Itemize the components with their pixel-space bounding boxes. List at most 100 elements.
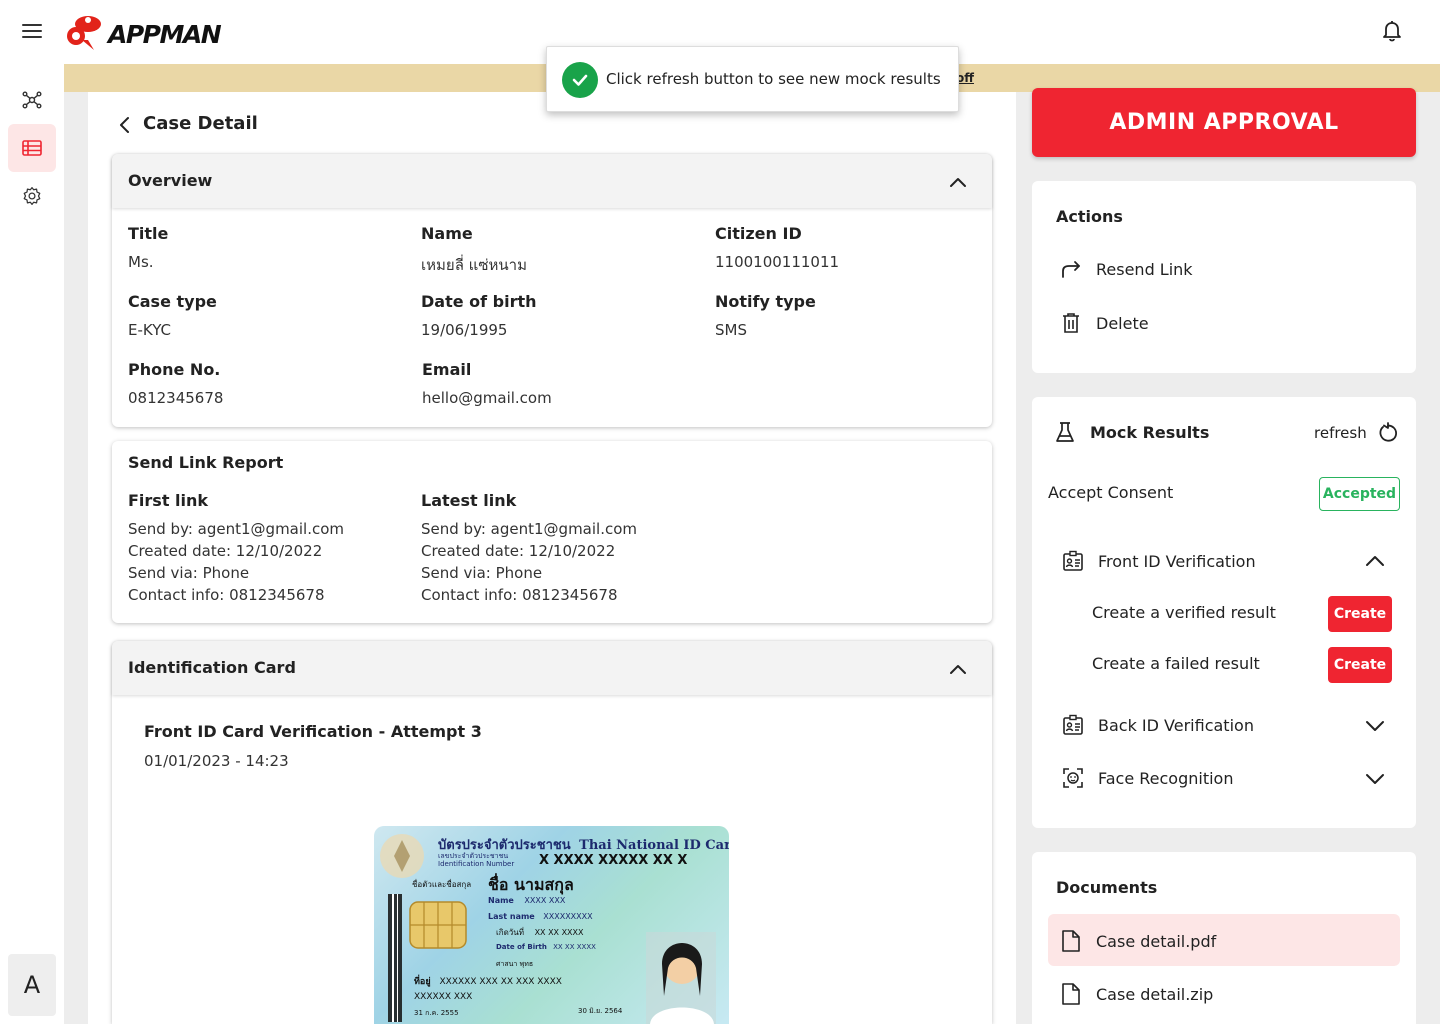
chevron-up-icon[interactable] [1364, 551, 1386, 571]
id-card-icon [1063, 714, 1083, 735]
option-label: Create a verified result [1092, 603, 1276, 622]
option-label: Create a failed result [1092, 654, 1260, 673]
mock-results-title: Mock Results [1090, 422, 1210, 442]
rail-item-workflow[interactable] [8, 76, 56, 124]
field-date-of-birth: Date of birth 19/06/1995 [421, 292, 537, 339]
document-label: Case detail.zip [1096, 984, 1214, 1004]
check-circle-icon [562, 62, 598, 98]
resend-icon [1062, 261, 1080, 278]
field-value: E-KYC [128, 321, 172, 339]
avatar[interactable]: A [8, 954, 56, 1016]
card-dob-en: Date of Birth XX XX XXXX [496, 943, 596, 951]
field-title: Title Ms. [128, 224, 168, 271]
front-id-verification-toggle[interactable]: Front ID Verification [1062, 550, 1256, 572]
trash-icon [1063, 313, 1079, 333]
card-header-en: Thai National ID Card [579, 838, 729, 853]
field-value: 19/06/1995 [421, 321, 508, 339]
menu-icon[interactable] [22, 24, 42, 40]
chevron-up-icon[interactable] [948, 659, 968, 679]
report-line: Send via: Phone [421, 564, 543, 582]
network-icon [22, 91, 42, 109]
field-phone: Phone No. 0812345678 [128, 360, 223, 407]
flask-icon [1056, 422, 1074, 442]
card-issue-date: 31 ก.ค. 2555 [414, 1009, 459, 1017]
report-line: Contact info: 0812345678 [421, 586, 618, 604]
appman-logo-mark [67, 16, 101, 50]
rail-item-settings[interactable] [8, 172, 56, 220]
field-value: SMS [715, 321, 747, 339]
front-id-label: Front ID Verification [1098, 551, 1256, 571]
appman-logo[interactable]: APPMAN [66, 10, 226, 54]
field-value: 0812345678 [128, 389, 224, 407]
list-icon [22, 140, 42, 156]
back-chevron-icon[interactable] [115, 115, 135, 135]
field-label: Name [421, 224, 473, 243]
field-label: Notify type [715, 292, 816, 311]
first-link-block: First link Send by: agent1@gmail.com Cre… [128, 491, 344, 606]
first-link-label: First link [128, 491, 209, 510]
accept-consent-label: Accept Consent [1048, 483, 1173, 502]
field-label: Citizen ID [715, 224, 802, 243]
refresh-button[interactable]: refresh [1314, 422, 1399, 444]
latest-link-block: Latest link Send by: agent1@gmail.com Cr… [421, 491, 637, 606]
chevron-up-icon[interactable] [948, 172, 968, 192]
create-failed-button[interactable]: Create [1328, 647, 1392, 683]
back-id-verification-toggle[interactable]: Back ID Verification [1062, 714, 1254, 736]
field-value: hello@gmail.com [422, 389, 552, 407]
identification-header[interactable]: Identification Card [112, 641, 992, 695]
field-label: Date of birth [421, 292, 537, 311]
id-card-image: บัตรประจำตัวประชาชน Thai National ID Car… [374, 826, 729, 1024]
face-scan-icon [1063, 768, 1083, 788]
field-label: Email [422, 360, 472, 379]
admin-approval-button[interactable]: ADMIN APPROVAL [1032, 88, 1416, 157]
card-dob-th: เกิดวันที่ XX XX XXXX [496, 926, 584, 939]
send-link-report-card: Send Link Report First link Send by: age… [112, 441, 992, 623]
status-badge: Accepted [1319, 477, 1400, 511]
page-title: Case Detail [143, 113, 258, 134]
actions-title: Actions [1056, 207, 1123, 226]
report-title-text: Send Link Report [128, 453, 284, 472]
report-line: Contact info: 0812345678 [128, 586, 325, 604]
action-delete[interactable]: Delete [1060, 312, 1149, 334]
field-notify-type: Notify type SMS [715, 292, 816, 339]
chevron-down-icon[interactable] [1364, 716, 1386, 736]
identification-title: Identification Card [128, 658, 296, 677]
gear-icon [23, 187, 41, 205]
action-resend-link[interactable]: Resend Link [1060, 259, 1193, 279]
documents-title: Documents [1056, 878, 1158, 897]
chevron-down-icon[interactable] [1364, 769, 1386, 789]
overview-title: Overview [128, 171, 213, 190]
field-case-type: Case type E-KYC [128, 292, 217, 339]
field-citizen-id: Citizen ID 1100100111011 [715, 224, 839, 271]
card-name-en: Name XXXX XXX [488, 896, 565, 905]
card-name-label: ชื่อตัวและชื่อสกุล [412, 880, 472, 889]
left-rail: A [0, 64, 64, 1024]
verified-result-option: Create a verified result [1092, 603, 1276, 622]
card-id-label: เลขประจำตัวประชาชน Identification Number [438, 852, 514, 868]
field-label: Phone No. [128, 360, 221, 379]
field-value: 1100100111011 [715, 253, 840, 271]
report-line: Send by: agent1@gmail.com [421, 520, 638, 538]
overview-header[interactable]: Overview [112, 154, 992, 208]
face-recognition-toggle[interactable]: Face Recognition [1062, 767, 1233, 789]
report-line: Created date: 12/10/2022 [128, 542, 323, 560]
latest-link-label: Latest link [421, 491, 517, 510]
create-verified-button[interactable]: Create [1328, 596, 1392, 632]
rail-item-cases[interactable] [8, 124, 56, 172]
bell-icon[interactable] [1380, 20, 1404, 44]
document-item[interactable]: Case detail.pdf [1060, 929, 1216, 953]
refresh-icon [1379, 422, 1397, 442]
attempt-title: Front ID Card Verification - Attempt 3 [144, 722, 482, 741]
card-last-name: Last name XXXXXXXXX [488, 912, 593, 921]
attempt-date: 01/01/2023 - 14:23 [144, 752, 289, 770]
document-item[interactable]: Case detail.zip [1060, 982, 1213, 1006]
report-title: Send Link Report [128, 453, 283, 472]
report-line: Send via: Phone [128, 564, 250, 582]
appman-logo-text: APPMAN [108, 20, 222, 49]
field-email: Email hello@gmail.com [422, 360, 552, 407]
toast-notification: Click refresh button to see new mock res… [546, 46, 959, 112]
card-religion: ศาสนา พุทธ [496, 960, 534, 968]
mock-results-header: Mock Results [1054, 421, 1209, 443]
field-value: เหมยลี่ แซ่หนาม [421, 256, 527, 274]
card-address-line2: XXXXXX XXX [414, 992, 473, 1002]
